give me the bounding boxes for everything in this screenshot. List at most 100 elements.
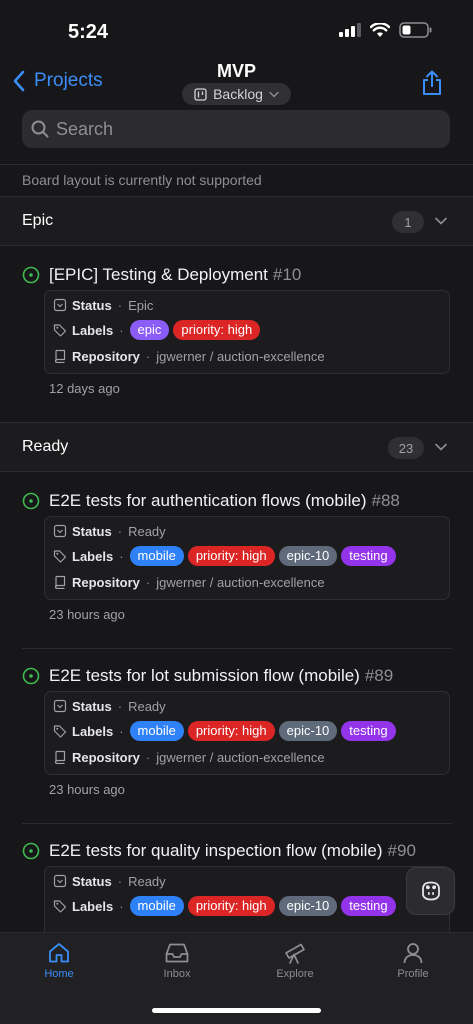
issue-number: #88 (371, 491, 400, 510)
divider (22, 823, 452, 824)
issue-fields: Status · Ready Labels · mobile priority: h… (44, 866, 450, 932)
repo-icon (54, 575, 66, 589)
status-field-icon (53, 298, 67, 312)
status-field-icon (53, 699, 67, 713)
field-label: Status (72, 297, 112, 313)
status-field: Status · Ready (53, 870, 166, 892)
labels-field: Labels · mobile priority: high epic-10 te… (53, 720, 400, 742)
issue-number: #90 (387, 841, 416, 860)
status-value: Epic (128, 297, 154, 313)
home-icon (49, 943, 69, 963)
issue-card[interactable]: E2E tests for authentication flows (mobi… (0, 489, 473, 639)
share-button[interactable] (421, 70, 443, 101)
issue-card[interactable]: E2E tests for quality inspection flow (m… (0, 839, 473, 932)
copilot-icon (421, 881, 440, 901)
inbox-icon (165, 943, 189, 963)
battery-icon (399, 22, 432, 38)
tag-icon (53, 725, 67, 738)
layout-notice: Board layout is currently not supported (22, 172, 262, 188)
repository-field: Repository · jgwerner / auction-excellenc… (53, 571, 325, 593)
updated-time: 23 hours ago (49, 607, 125, 622)
issue-card[interactable]: [EPIC] Testing & Deployment #10 Status · … (0, 263, 473, 413)
tab-explore[interactable]: Explore (250, 941, 340, 980)
tab-label: Home (44, 968, 74, 980)
view-label: Backlog (213, 86, 263, 102)
label-badge: testing (341, 721, 396, 741)
label-badge: priority: high (173, 320, 261, 340)
nav-header: Projects MVP Backlog (0, 58, 473, 108)
repository-field: Repository · jgwerner / auction-excellenc… (53, 746, 325, 768)
status-field: Status · Epic (53, 294, 153, 316)
copilot-button[interactable] (406, 867, 455, 915)
field-label: Labels (72, 322, 114, 338)
person-icon (403, 943, 423, 964)
status-field: Status · Ready (53, 520, 166, 542)
group-header-epic[interactable]: Epic 1 (0, 196, 473, 246)
chevron-down-icon (435, 217, 447, 225)
view-selector[interactable]: Backlog (182, 83, 291, 105)
open-issue-icon (22, 667, 40, 685)
issue-title: [EPIC] Testing & Deployment (49, 265, 268, 284)
field-label: Status (72, 873, 112, 889)
status-field-icon (53, 874, 67, 888)
labels-field: Labels · epic priority: high (53, 319, 264, 341)
repository-field: Repository · jgwerner / auction-excellenc… (53, 345, 325, 367)
open-issue-icon (22, 492, 40, 510)
tab-home[interactable]: Home (14, 941, 104, 980)
label-badge: priority: high (187, 896, 275, 916)
field-label: Status (72, 698, 112, 714)
search-placeholder: Search (56, 118, 114, 139)
label-badge: testing (341, 896, 396, 916)
group-header-ready[interactable]: Ready 23 (0, 422, 473, 472)
search-icon (31, 120, 49, 138)
telescope-icon (285, 943, 305, 964)
label-badge: priority: high (187, 721, 275, 741)
field-label: Repository (72, 749, 140, 765)
chevron-down-icon (269, 91, 279, 97)
issue-number: #10 (272, 265, 302, 284)
board-icon (194, 87, 207, 101)
labels-field: Labels · mobile priority: high epic-10 te… (53, 545, 400, 567)
page-title: MVP (216, 61, 256, 81)
tab-profile[interactable]: Profile (368, 941, 458, 980)
label-badge: priority: high (187, 546, 275, 566)
tab-inbox[interactable]: Inbox (132, 941, 222, 980)
label-badge: testing (341, 546, 396, 566)
repository-value: jgwerner / auction-excellence (156, 749, 325, 765)
status-icons (339, 22, 433, 38)
chevron-down-icon (435, 443, 447, 451)
status-value: Ready (128, 523, 166, 539)
issue-number: #89 (364, 666, 394, 685)
signal-icon (339, 23, 361, 37)
share-icon (423, 70, 441, 95)
issue-fields: Status · Ready Labels · mobile priority: h… (44, 691, 450, 775)
tab-label: Explore (276, 968, 314, 980)
divider (22, 648, 452, 649)
label-badge: epic-10 (278, 721, 338, 741)
tag-icon (53, 324, 67, 337)
issue-title: E2E tests for authentication flows (mobi… (49, 491, 367, 510)
group-count: 23 (388, 437, 424, 459)
tab-label: Inbox (163, 968, 191, 980)
label-badge: epic (129, 320, 170, 340)
label-badge: epic-10 (278, 546, 338, 566)
field-label: Labels (72, 898, 114, 914)
label-badge: mobile (129, 546, 184, 566)
search-input[interactable]: Search (22, 110, 450, 148)
labels-field: Labels · mobile priority: high epic-10 te… (53, 895, 400, 917)
tag-icon (53, 550, 67, 563)
issue-card[interactable]: E2E tests for lot submission flow (mobil… (0, 664, 473, 814)
updated-time: 12 days ago (49, 381, 120, 396)
field-label: Repository (72, 574, 140, 590)
issue-title: E2E tests for lot submission flow (mobil… (49, 666, 360, 685)
field-label: Labels (72, 548, 114, 564)
status-time: 5:24 (68, 21, 109, 43)
status-bar: 5:24 (0, 0, 473, 58)
field-label: Labels (72, 723, 114, 739)
status-field: Status · Ready (53, 695, 166, 717)
group-title: Epic (22, 212, 54, 229)
issue-title: E2E tests for quality inspection flow (m… (49, 841, 383, 860)
updated-time: 23 hours ago (49, 782, 125, 797)
group-title: Ready (22, 438, 69, 455)
issue-fields: Status · Ready Labels · mobile priority: h… (44, 516, 450, 600)
